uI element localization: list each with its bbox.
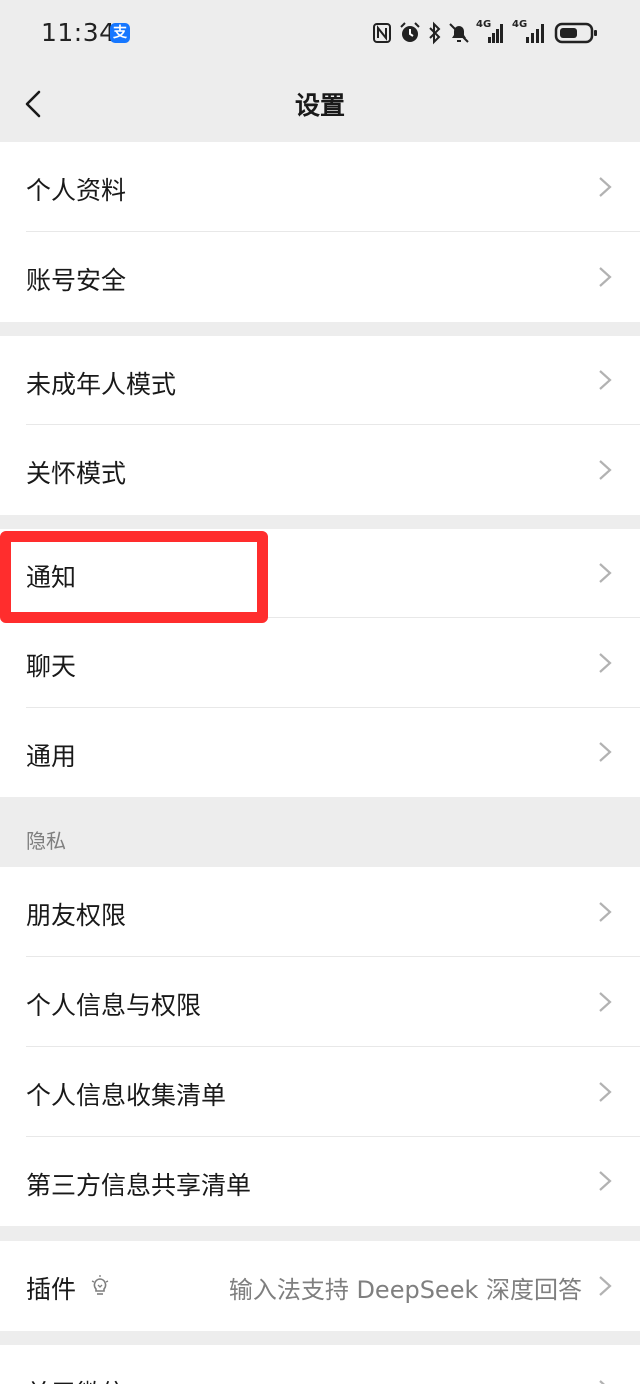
alipay-icon: 支 — [110, 23, 130, 43]
chevron-right-icon — [599, 563, 612, 583]
chevron-right-icon — [599, 370, 612, 390]
settings-item-plugins[interactable]: 插件 输入法支持 DeepSeek 深度回答 — [0, 1241, 640, 1331]
settings-item-general[interactable]: 通用 — [0, 708, 640, 797]
settings-item-minor-mode[interactable]: 未成年人模式 — [0, 336, 640, 425]
status-time: 11:34 — [41, 18, 116, 47]
status-bar: 11:34 支 4G 4G — [0, 0, 640, 66]
settings-item-about[interactable]: 关于微信 — [0, 1345, 640, 1384]
settings-item-label: 个人信息与权限 — [26, 991, 202, 1020]
chevron-right-icon — [599, 1380, 605, 1384]
settings-item-label: 通知 — [26, 563, 77, 592]
settings-item-account-security[interactable]: 账号安全 — [0, 232, 640, 322]
settings-item-label: 个人信息收集清单 — [26, 1081, 227, 1110]
settings-item-third-party-sharing-list[interactable]: 第三方信息共享清单 — [0, 1137, 640, 1226]
settings-item-label: 通用 — [26, 742, 77, 771]
chevron-right-icon — [599, 460, 612, 480]
settings-item-label: 朋友权限 — [26, 901, 127, 930]
settings-item-notifications[interactable]: 通知 — [0, 529, 640, 618]
settings-item-friend-permissions[interactable]: 朋友权限 — [0, 867, 640, 957]
chevron-right-icon — [599, 1276, 612, 1296]
settings-item-label: 聊天 — [26, 652, 77, 681]
settings-item-label: 关于微信 — [26, 1374, 126, 1384]
signal-4g-icon: 4G — [512, 19, 548, 45]
section-header-privacy: 隐私 — [26, 829, 66, 853]
settings-item-info-collection-list[interactable]: 个人信息收集清单 — [0, 1047, 640, 1137]
battery-icon — [554, 22, 597, 44]
bluetooth-icon — [429, 21, 441, 45]
lightbulb-icon — [91, 1275, 109, 1295]
chevron-right-icon — [599, 177, 612, 197]
chevron-right-icon — [599, 1171, 612, 1191]
settings-item-label: 未成年人模式 — [26, 370, 177, 399]
settings-screen: 11:34 支 4G 4G 设置 个人资料 账号安全 未成年人模式 关怀模式 通… — [0, 0, 640, 1384]
chevron-right-icon — [599, 742, 612, 762]
plugin-status-text: 输入法支持 DeepSeek 深度回答 — [228, 1276, 582, 1304]
nav-bar: 设置 — [0, 66, 640, 142]
settings-item-care-mode[interactable]: 关怀模式 — [0, 425, 640, 515]
alarm-icon — [400, 22, 420, 42]
nfc-icon — [373, 23, 391, 43]
chevron-right-icon — [599, 267, 612, 287]
chevron-right-icon — [599, 902, 612, 922]
mute-bell-icon — [449, 23, 469, 43]
settings-item-profile[interactable]: 个人资料 — [0, 142, 640, 232]
settings-item-label: 插件 — [26, 1275, 77, 1304]
settings-item-label: 个人资料 — [26, 176, 127, 205]
settings-item-personal-info-permissions[interactable]: 个人信息与权限 — [0, 957, 640, 1047]
chevron-right-icon — [599, 653, 612, 673]
chevron-right-icon — [599, 1082, 612, 1102]
settings-item-label: 第三方信息共享清单 — [26, 1171, 252, 1200]
signal-4g-icon: 4G — [476, 19, 506, 45]
page-title: 设置 — [294, 91, 345, 120]
chevron-right-icon — [599, 992, 612, 1012]
settings-item-chat[interactable]: 聊天 — [0, 618, 640, 708]
status-icons: 4G 4G — [372, 19, 598, 46]
settings-item-label: 账号安全 — [26, 266, 127, 295]
settings-item-label: 关怀模式 — [26, 459, 127, 488]
